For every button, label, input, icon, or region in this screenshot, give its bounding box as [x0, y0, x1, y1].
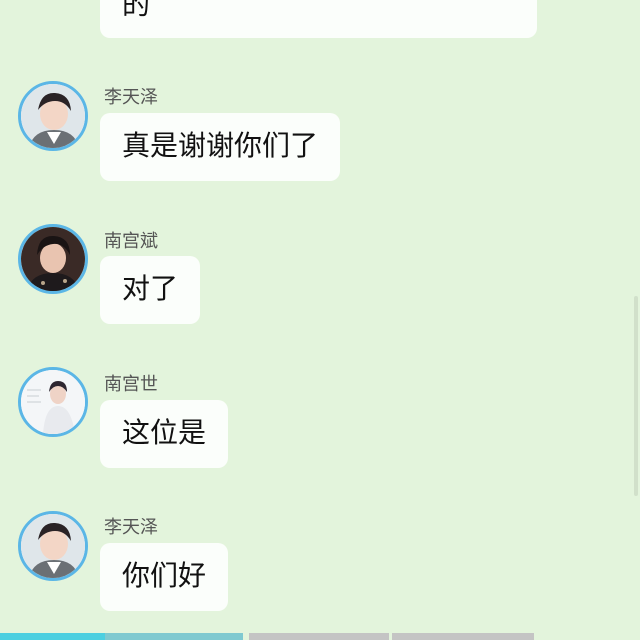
tab-indicator[interactable]: [249, 633, 389, 640]
message-text: 的: [122, 0, 151, 21]
message-bubble[interactable]: 真是谢谢你们了: [100, 113, 341, 181]
bottom-tab-bar: [0, 633, 640, 640]
sender-name: 李天泽: [104, 517, 158, 538]
tab-indicator-active[interactable]: [0, 633, 105, 640]
tab-indicator-secondary[interactable]: [105, 633, 243, 640]
sender-name: 李天泽: [104, 87, 158, 108]
message-bubble[interactable]: 这位是: [100, 400, 229, 468]
sender-avatar[interactable]: [18, 367, 88, 437]
chat-screen: 的 李天泽 真是谢谢你们了 南宫斌 对了 南宫世 这位是 李天泽 你们好: [0, 0, 640, 640]
message-bubble[interactable]: 对了: [100, 256, 201, 324]
message-bubble[interactable]: 的: [100, 0, 537, 38]
message-text: 真是谢谢你们了: [122, 129, 319, 162]
scrollbar[interactable]: [634, 296, 638, 496]
sender-name: 南宫斌: [104, 231, 158, 252]
sender-avatar[interactable]: [18, 81, 88, 151]
message-text: 对了: [122, 272, 179, 305]
sender-avatar[interactable]: [18, 224, 88, 294]
tab-indicator[interactable]: [392, 633, 534, 640]
message-bubble[interactable]: 你们好: [100, 543, 229, 611]
message-text: 这位是: [122, 416, 207, 449]
sender-avatar[interactable]: [18, 511, 88, 581]
message-text: 你们好: [122, 559, 207, 592]
sender-name: 南宫世: [104, 374, 158, 395]
